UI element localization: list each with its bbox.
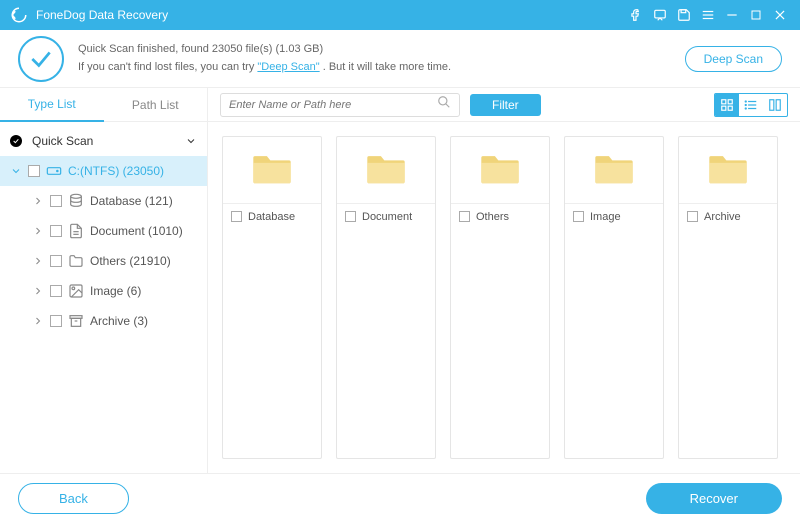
chevron-down-icon	[185, 135, 197, 147]
filter-button[interactable]: Filter	[470, 94, 541, 116]
footer: Back Recover	[0, 473, 800, 523]
checkbox[interactable]	[573, 211, 584, 222]
folder-icon	[68, 253, 84, 269]
status-line-2a: If you can't find lost files, you can tr…	[78, 61, 257, 73]
chevron-right-icon	[32, 255, 44, 267]
tree-item[interactable]: Image (6)	[0, 276, 207, 306]
folder-icon	[365, 151, 407, 185]
status-messages: Quick Scan finished, found 23050 file(s)…	[78, 41, 685, 76]
checkbox[interactable]	[50, 195, 62, 207]
save-icon[interactable]	[672, 0, 696, 30]
minimize-button[interactable]	[720, 0, 744, 30]
tree-item-label: Archive (3)	[90, 314, 148, 328]
search-input[interactable]	[229, 99, 437, 111]
checkbox[interactable]	[50, 285, 62, 297]
status-line-1: Quick Scan finished, found 23050 file(s)…	[78, 41, 685, 59]
folder-card[interactable]: Document	[336, 136, 436, 459]
app-logo-icon	[10, 6, 28, 24]
folder-card-label: Archive	[704, 211, 741, 223]
folder-card[interactable]: Image	[564, 136, 664, 459]
sidebar-tabs: Type List Path List	[0, 88, 207, 122]
checkbox[interactable]	[28, 165, 40, 177]
recover-button[interactable]: Recover	[646, 483, 782, 514]
tree-item[interactable]: Others (21910)	[0, 246, 207, 276]
maximize-button[interactable]	[744, 0, 768, 30]
tab-type-list[interactable]: Type List	[0, 88, 104, 122]
chevron-right-icon	[32, 285, 44, 297]
close-button[interactable]	[768, 0, 792, 30]
tree: Quick Scan C:(NTFS) (23050) Database (12…	[0, 122, 207, 336]
tree-drive-label: C:(NTFS) (23050)	[68, 164, 164, 178]
tree-item[interactable]: Document (1010)	[0, 216, 207, 246]
view-detail-button[interactable]	[763, 94, 787, 116]
view-grid-button[interactable]	[715, 94, 739, 116]
checkbox[interactable]	[687, 211, 698, 222]
folder-icon	[593, 151, 635, 185]
deep-scan-button[interactable]: Deep Scan	[685, 46, 782, 72]
chevron-right-icon	[32, 225, 44, 237]
tree-drive-c[interactable]: C:(NTFS) (23050)	[0, 156, 207, 186]
folder-card[interactable]: Archive	[678, 136, 778, 459]
image-icon	[68, 283, 84, 299]
app-title: FoneDog Data Recovery	[36, 8, 624, 22]
tree-root-quick-scan[interactable]: Quick Scan	[0, 126, 207, 156]
document-icon	[68, 223, 84, 239]
checkbox[interactable]	[345, 211, 356, 222]
chevron-right-icon	[32, 195, 44, 207]
deep-scan-link[interactable]: "Deep Scan"	[257, 61, 319, 73]
feedback-icon[interactable]	[648, 0, 672, 30]
archive-icon	[68, 313, 84, 329]
toolbar: Filter	[208, 88, 800, 122]
titlebar: FoneDog Data Recovery	[0, 0, 800, 30]
folder-card-label: Image	[590, 211, 621, 223]
folder-icon	[707, 151, 749, 185]
menu-icon[interactable]	[696, 0, 720, 30]
checkbox[interactable]	[459, 211, 470, 222]
success-check-icon	[18, 36, 64, 82]
folder-card-label: Others	[476, 211, 509, 223]
tree-item-label: Database (121)	[90, 194, 173, 208]
folder-card-label: Document	[362, 211, 412, 223]
folder-card-label: Database	[248, 211, 295, 223]
search-box[interactable]	[220, 93, 460, 117]
checkbox[interactable]	[231, 211, 242, 222]
search-icon	[437, 95, 451, 114]
view-mode-group	[714, 93, 788, 117]
view-list-button[interactable]	[739, 94, 763, 116]
tree-item-label: Image (6)	[90, 284, 141, 298]
chevron-down-icon	[10, 165, 22, 177]
content: Filter Database Document Others Image Archiv…	[208, 88, 800, 473]
checkbox[interactable]	[50, 225, 62, 237]
folder-icon	[479, 151, 521, 185]
folder-grid: Database Document Others Image Archive	[208, 122, 800, 473]
sidebar: Type List Path List Quick Scan C:(NTFS) …	[0, 88, 208, 473]
main-area: Type List Path List Quick Scan C:(NTFS) …	[0, 88, 800, 473]
tree-item-label: Others (21910)	[90, 254, 171, 268]
database-icon	[68, 193, 84, 209]
chevron-right-icon	[32, 315, 44, 327]
tree-item[interactable]: Database (121)	[0, 186, 207, 216]
tab-path-list[interactable]: Path List	[104, 88, 208, 122]
status-line-2b: . But it will take more time.	[323, 61, 451, 73]
tree-item[interactable]: Archive (3)	[0, 306, 207, 336]
folder-card[interactable]: Others	[450, 136, 550, 459]
drive-icon	[46, 163, 62, 179]
tree-root-label: Quick Scan	[32, 134, 93, 148]
tree-item-label: Document (1010)	[90, 224, 183, 238]
scan-status-panel: Quick Scan finished, found 23050 file(s)…	[0, 30, 800, 88]
folder-icon	[251, 151, 293, 185]
checkbox[interactable]	[50, 315, 62, 327]
folder-card[interactable]: Database	[222, 136, 322, 459]
facebook-icon[interactable]	[624, 0, 648, 30]
back-button[interactable]: Back	[18, 483, 129, 514]
bullet-icon	[10, 135, 22, 147]
checkbox[interactable]	[50, 255, 62, 267]
